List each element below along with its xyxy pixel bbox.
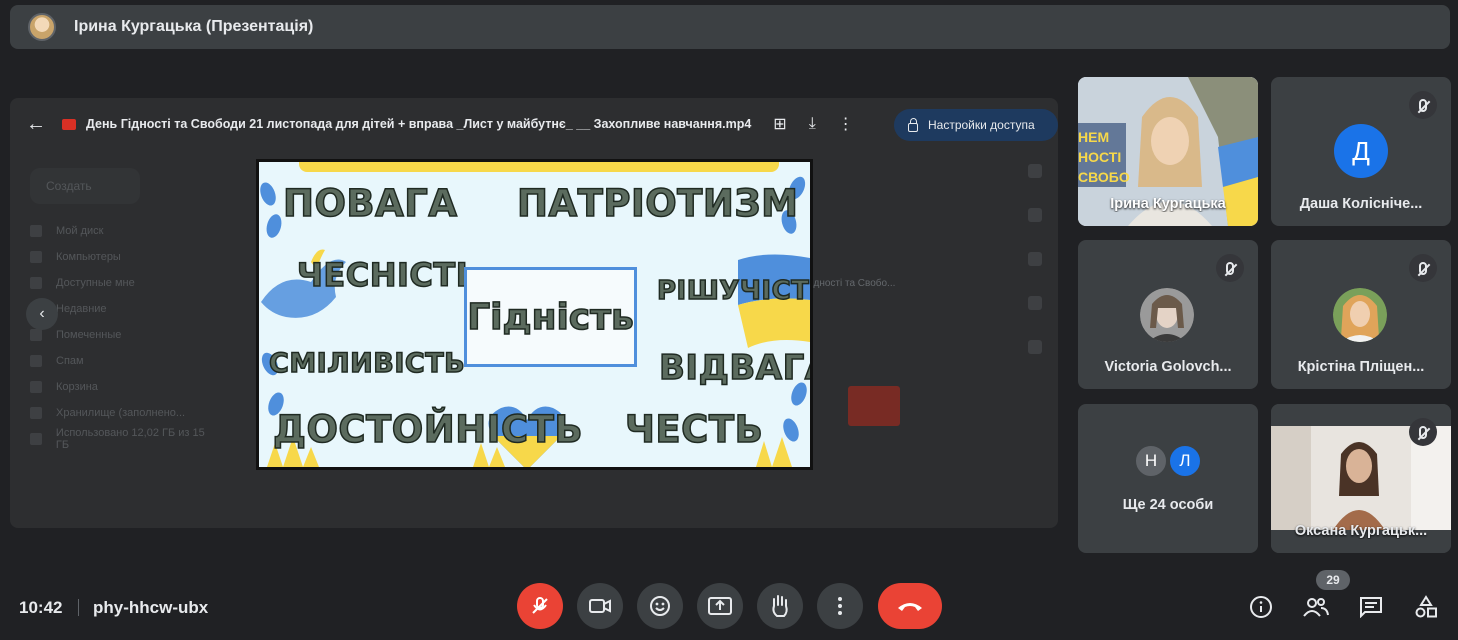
slide-word: ПОВАГА [282,181,458,226]
bg-drive-storage: Использовано 12,02 ГБ из 15 ГБ [30,426,220,452]
videocam-icon [589,599,611,613]
info-icon [1250,596,1272,618]
mic-off-icon [1409,91,1437,119]
bg-drive-item: Спам [30,348,220,374]
presentation-title: Ірина Кургацька (Презентація) [74,18,314,35]
bg-drive-item: Мой диск [30,218,220,244]
mic-off-icon [1409,418,1437,446]
control-bar: 10:42 phy-hhcw-ubx 29 [0,570,1458,640]
people-button[interactable] [1302,593,1330,621]
slide-top-band [299,162,779,172]
leaf-decoration [259,180,279,208]
bg-drive-item: Корзина [30,374,220,400]
more-vert-icon [838,597,842,615]
participant-name: Крістіна Пліщен... [1297,359,1425,375]
participant-name: Даша Колісніче... [1299,196,1423,212]
meeting-code: phy-hhcw-ubx [93,598,209,617]
slide-word: СМІЛИВІСТЬ [268,347,466,380]
bg-drive-item: Недавние [30,296,220,322]
meeting-details-button[interactable] [1247,593,1275,621]
participant-banner-text: НЕМ НОСТІ СВОБО [1078,129,1130,185]
bg-drive-item: Компьютеры [30,244,220,270]
bg-drive-item: Хранилище (заполнено... [30,400,220,426]
activities-icon [1415,595,1437,618]
participant-tile[interactable]: Оксана Кургацьк... [1271,404,1451,553]
center-word: Гідність [466,296,634,339]
more-participants-tile[interactable]: Н Л Ще 24 особи [1078,404,1258,553]
slide-word: РІШУЧІСТЬ [656,275,813,307]
participant-name: Ірина Кургацька [1110,196,1226,212]
video-file-icon [62,118,76,130]
raise-hand-button[interactable] [757,583,803,629]
more-options-button[interactable] [817,583,863,629]
video-clapper-icon [848,386,900,426]
avatar: Н [1134,444,1168,478]
participant-tile[interactable]: Д Даша Колісніче... [1271,77,1451,226]
back-arrow-icon[interactable]: ← [26,113,50,136]
avatar: Л [1168,444,1202,478]
emoji-icon [650,596,670,616]
participant-count-badge: 29 [1316,570,1350,590]
leaf-decoration [264,212,284,240]
camera-button[interactable] [577,583,623,629]
participant-name: Victoria Golovch... [1104,359,1232,375]
bg-drive-item: Помеченные [30,322,220,348]
chat-icon [1360,597,1382,618]
participant-tile[interactable]: Крістіна Пліщен... [1271,240,1451,389]
meeting-time: 10:42 [19,598,63,617]
mic-off-button[interactable] [517,583,563,629]
bg-create-button: Создать [30,168,140,204]
participant-name: Оксана Кургацьк... [1294,523,1428,539]
chat-button[interactable] [1357,593,1385,621]
participant-tile[interactable]: Victoria Golovch... [1078,240,1258,389]
divider [78,599,79,616]
present-to-all-icon [708,597,732,615]
activities-button[interactable] [1412,593,1440,621]
people-icon [1303,598,1329,617]
slide-word: ЧЕСНІСТЬ [296,255,481,295]
drive-player-header: ← День Гідності та Свободи 21 листопада … [10,98,1058,150]
access-settings-button[interactable]: Настройки доступа [894,109,1058,141]
call-end-icon [898,603,922,611]
mic-off-icon [532,597,548,614]
slide-word: ЧЕСТЬ [624,407,764,452]
more-vert-icon[interactable]: ⋮ [838,114,854,134]
presenter-avatar [28,13,56,41]
lock-icon [908,117,918,132]
background-drive-sidebar: Создать Мой диск Компьютеры Доступные мн… [30,168,220,508]
access-settings-label: Настройки доступа [928,118,1035,132]
raise-hand-icon [772,595,788,617]
slide-word: ДОСТОЙНІСТЬ [272,407,584,452]
participant-tile[interactable]: НЕМ НОСТІ СВОБО Ірина Кургацька [1078,77,1258,226]
leave-call-button[interactable] [878,583,942,629]
add-comment-icon[interactable]: ⊞ [773,114,786,134]
center-word-box: Гідність [464,267,637,367]
mic-off-icon [1409,254,1437,282]
avatar [1140,288,1194,342]
bg-drive-item: Доступные мне [30,270,220,296]
slide-word: ВІДВАГА [658,347,810,389]
download-icon[interactable]: ⤓ [809,115,816,133]
file-title: День Гідності та Свободи 21 листопада дл… [86,117,752,131]
presentation-slide: ПОВАГА ПАТРІОТИЗМ ЧЕСНІСТЬ РІШУЧІСТЬ СМІ… [256,159,813,470]
avatar [1333,288,1387,342]
presentation-bar: Ірина Кургацька (Презентація) [10,5,1450,49]
previous-icon[interactable]: ‹ [26,298,58,330]
slide-word: ПАТРІОТИЗМ [516,181,799,226]
avatar: Д [1334,124,1388,178]
mic-off-icon [1216,254,1244,282]
present-button[interactable] [697,583,743,629]
bg-file-name: День Гідності та Свобо... [780,278,896,289]
bg-side-panel [1012,150,1058,528]
reactions-button[interactable] [637,583,683,629]
more-participants-label: Ще 24 особи [1122,497,1214,513]
